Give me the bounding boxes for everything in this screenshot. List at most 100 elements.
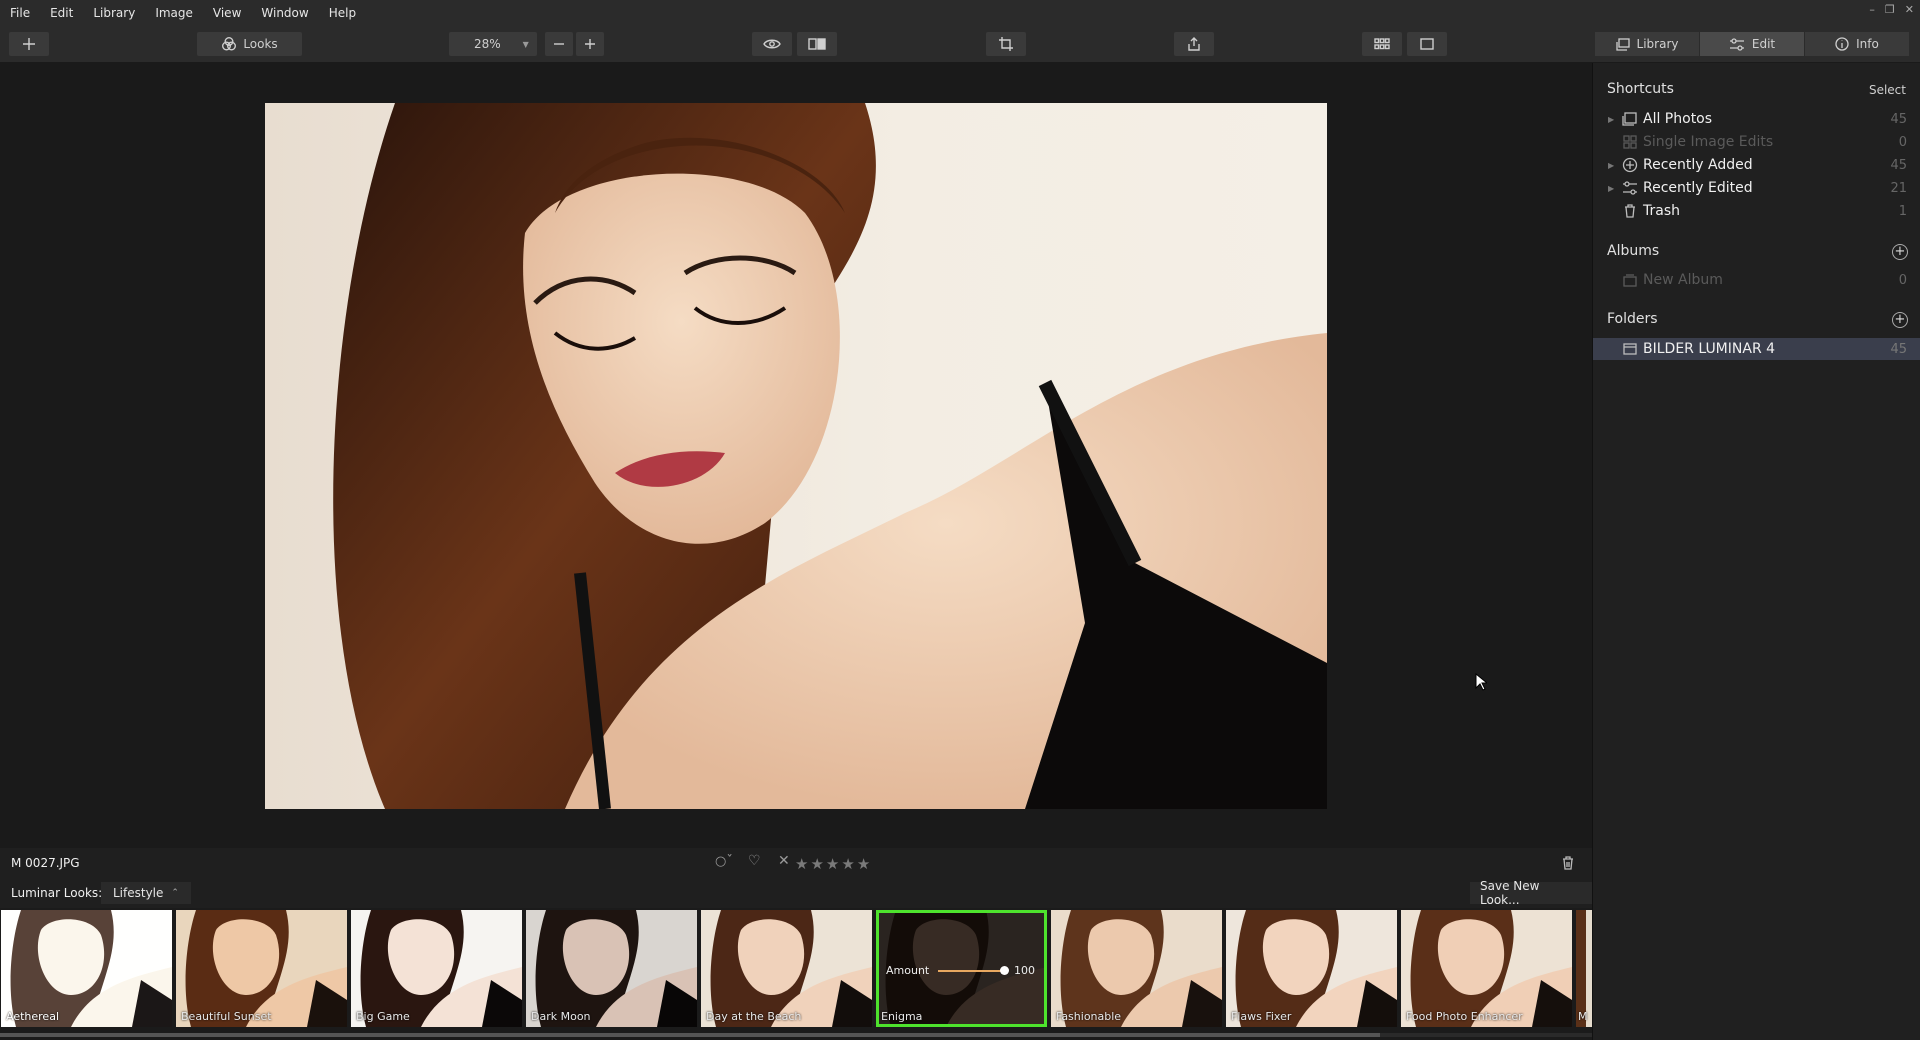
expand-arrow-icon[interactable]: ▶	[1608, 115, 1614, 124]
menu-help[interactable]: Help	[319, 6, 366, 20]
scrollbar-thumb[interactable]	[0, 1033, 1380, 1037]
sidebar-item-all-photos[interactable]: ▶ All Photos 45	[1593, 108, 1920, 130]
chevron-down-icon: ▼	[522, 39, 529, 49]
info-icon	[1835, 37, 1849, 51]
sidebar-item-single-image-edits[interactable]: Single Image Edits 0	[1593, 131, 1920, 153]
minus-icon	[554, 43, 564, 45]
plus-icon	[23, 38, 35, 50]
gallery-view-button[interactable]	[1362, 32, 1402, 56]
image-canvas[interactable]	[0, 63, 1592, 848]
restore-icon[interactable]: ❐	[1885, 3, 1895, 16]
add-album-button[interactable]: +	[1892, 244, 1908, 260]
looks-filmstrip: Aethereal Beautiful Sunset Big Game Dark…	[0, 908, 1592, 1040]
look-thumbnail[interactable]: Day at the Beach	[701, 910, 872, 1027]
zoom-in-button[interactable]	[576, 32, 604, 56]
folders-title: Folders	[1607, 311, 1658, 327]
tab-edit[interactable]: Edit	[1700, 32, 1805, 56]
library-sidebar: Shortcuts Select ▶ All Photos 45 Single …	[1592, 63, 1920, 1040]
sidebar-item-label: All Photos	[1643, 111, 1713, 127]
trash-icon[interactable]	[1561, 856, 1575, 870]
look-thumbnail[interactable]: Beautiful Sunset	[176, 910, 347, 1027]
look-thumbnail[interactable]: Food Photo Enhancer	[1401, 910, 1572, 1027]
amount-label: Amount	[886, 964, 930, 977]
item-count: 45	[1890, 341, 1907, 357]
sidebar-item-recently-added[interactable]: ▶ Recently Added 45	[1593, 154, 1920, 176]
select-button[interactable]: Select	[1869, 83, 1906, 97]
menu-window[interactable]: Window	[251, 6, 318, 20]
minimize-icon[interactable]: –	[1869, 3, 1875, 16]
looks-category-select[interactable]: Lifestyle ⌃	[101, 882, 191, 904]
sidebar-item-folder[interactable]: BILDER LUMINAR 4 45	[1593, 338, 1920, 360]
plus-circle-icon	[1622, 157, 1638, 173]
star-icon[interactable]: ★	[795, 855, 808, 873]
menu-library[interactable]: Library	[83, 6, 145, 20]
item-count: 45	[1890, 111, 1907, 127]
tab-library[interactable]: Library	[1595, 32, 1700, 56]
add-photos-button[interactable]	[9, 32, 49, 56]
star-rating[interactable]: ★ ★ ★ ★ ★	[795, 855, 870, 873]
menu-file[interactable]: File	[0, 6, 40, 20]
look-thumbnail[interactable]: Fashionable	[1051, 910, 1222, 1027]
look-thumbnail[interactable]: Aethereal	[1, 910, 172, 1027]
look-thumbnail-selected[interactable]: Amount 100 Enigma	[876, 910, 1047, 1027]
heart-icon[interactable]: ♡	[748, 853, 761, 869]
sidebar-item-label: BILDER LUMINAR 4	[1643, 341, 1776, 357]
filmstrip-scrollbar[interactable]	[0, 1033, 1592, 1037]
look-label: Aethereal	[6, 1010, 59, 1023]
star-icon[interactable]: ★	[810, 855, 823, 873]
sliders-icon	[1622, 180, 1638, 196]
sidebar-item-recently-edited[interactable]: ▶ Recently Edited 21	[1593, 177, 1920, 199]
item-count: 0	[1898, 134, 1907, 150]
close-icon[interactable]: ✕	[1905, 3, 1914, 16]
look-label: Fashionable	[1056, 1010, 1122, 1023]
amount-slider[interactable]	[938, 970, 1004, 972]
tab-info[interactable]: Info	[1805, 32, 1910, 56]
filename: M 0027.JPG	[11, 856, 80, 870]
look-label: Day at the Beach	[706, 1010, 802, 1023]
looks-category-value: Lifestyle	[113, 886, 164, 900]
menu-image[interactable]: Image	[145, 6, 203, 20]
looks-button[interactable]: Looks	[197, 32, 302, 56]
sidebar-item-trash[interactable]: Trash 1	[1593, 200, 1920, 222]
menu-view[interactable]: View	[203, 6, 251, 20]
albums-title: Albums	[1607, 243, 1660, 259]
crop-button[interactable]	[986, 32, 1026, 56]
photos-icon	[1622, 111, 1638, 127]
crop-icon	[999, 37, 1013, 51]
looks-label: Looks	[243, 37, 278, 51]
share-button[interactable]	[1174, 32, 1214, 56]
expand-arrow-icon[interactable]: ▶	[1608, 161, 1614, 170]
add-folder-button[interactable]: +	[1892, 312, 1908, 328]
single-view-button[interactable]	[1407, 32, 1447, 56]
look-thumbnail[interactable]: Dark Moon	[526, 910, 697, 1027]
amount-slider-handle[interactable]	[1000, 966, 1009, 975]
look-thumbnail[interactable]: M	[1576, 910, 1592, 1027]
chevron-up-icon: ⌃	[171, 888, 179, 898]
eye-icon	[763, 39, 781, 49]
sidebar-item-new-album[interactable]: New Album 0	[1593, 269, 1920, 291]
trash-icon	[1622, 203, 1638, 219]
grid-icon	[1374, 38, 1390, 50]
star-icon[interactable]: ★	[841, 855, 854, 873]
shortcuts-title: Shortcuts	[1607, 81, 1674, 97]
compare-button[interactable]	[797, 32, 837, 56]
save-new-look-button[interactable]: Save New Look...	[1470, 879, 1592, 907]
color-label-icon[interactable]: ○ˇ	[715, 854, 733, 869]
tab-edit-label: Edit	[1751, 37, 1776, 51]
look-thumbnail[interactable]: Flaws Fixer	[1226, 910, 1397, 1027]
look-thumbnail[interactable]: Big Game	[351, 910, 522, 1027]
preview-button[interactable]	[752, 32, 792, 56]
menu-edit[interactable]: Edit	[40, 6, 83, 20]
zoom-select[interactable]: 28% ▼	[449, 32, 537, 56]
zoom-out-button[interactable]	[545, 32, 573, 56]
star-icon[interactable]: ★	[857, 855, 870, 873]
main-photo[interactable]	[265, 103, 1327, 809]
compare-icon	[808, 38, 826, 50]
toolbar: Looks 28% ▼ Library Edit Info	[0, 25, 1920, 63]
single-image-icon	[1420, 38, 1434, 50]
expand-arrow-icon[interactable]: ▶	[1608, 184, 1614, 193]
tab-library-label: Library	[1636, 37, 1679, 51]
sidebar-item-label: Recently Edited	[1643, 180, 1753, 196]
reject-icon[interactable]: ✕	[778, 853, 790, 869]
star-icon[interactable]: ★	[826, 855, 839, 873]
